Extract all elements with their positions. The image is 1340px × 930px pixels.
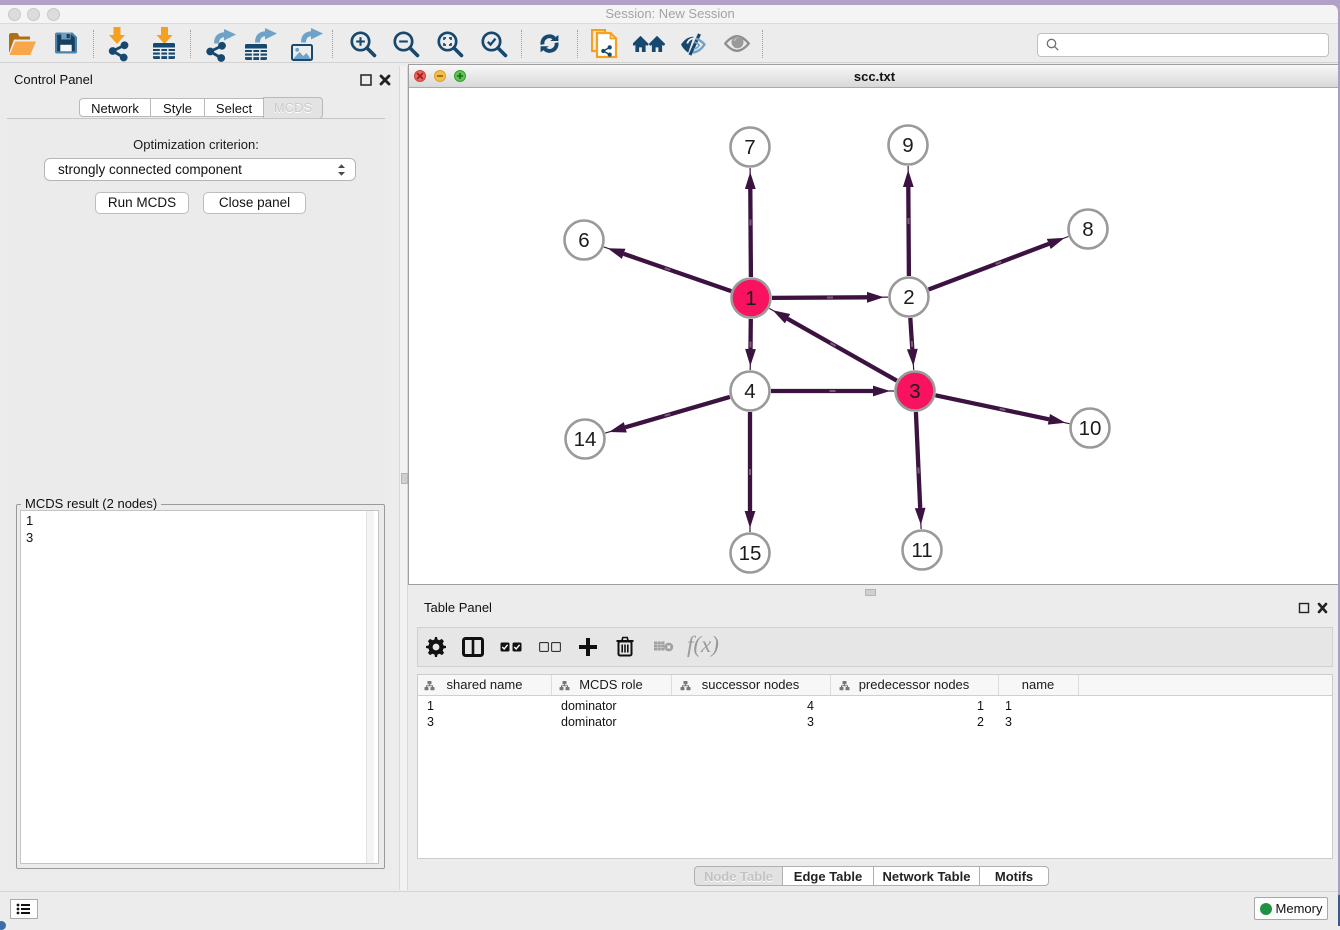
- svg-text:11: 11: [911, 539, 932, 562]
- svg-text:3: 3: [909, 380, 920, 403]
- svg-text:2: 2: [903, 286, 914, 309]
- svg-text:10: 10: [1079, 417, 1102, 440]
- svg-text:9: 9: [902, 134, 913, 157]
- svg-text:6: 6: [578, 229, 589, 252]
- svg-text:7: 7: [744, 136, 755, 159]
- svg-text:14: 14: [574, 428, 597, 451]
- svg-text:15: 15: [739, 542, 762, 565]
- svg-text:4: 4: [744, 380, 755, 403]
- svg-text:1: 1: [745, 287, 756, 310]
- svg-text:8: 8: [1082, 218, 1093, 241]
